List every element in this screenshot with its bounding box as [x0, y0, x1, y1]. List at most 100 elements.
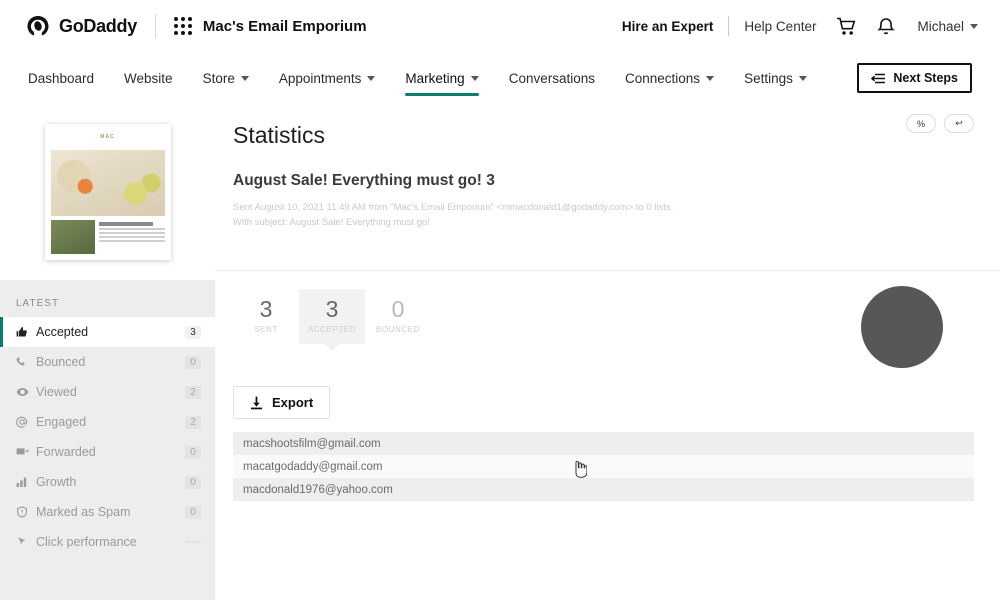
nav-item-appointments[interactable]: Appointments	[279, 52, 376, 104]
godaddy-wordmark: GoDaddy	[59, 15, 137, 36]
user-name-label: Michael	[917, 18, 964, 34]
left-column: MAC LATEST Accepted 3 Bounced 0 Viewed 2…	[0, 104, 215, 600]
nav-label: Settings	[744, 70, 793, 86]
chevron-down-icon	[970, 23, 978, 29]
sidebar-count-badge: 3	[185, 325, 201, 339]
stat-label: SENT	[254, 325, 278, 335]
stat-accepted[interactable]: 3 ACCEPTED	[299, 289, 365, 352]
sidebar-item-forwarded[interactable]: Forwarded 0	[0, 437, 215, 467]
thumbnail-secondary-image	[50, 220, 95, 254]
thumbnail-hero-image	[50, 150, 165, 216]
godaddy-email-statistics-page: GoDaddy Mac's Email Emporium Hire an Exp…	[0, 0, 1000, 600]
nav-label: Store	[202, 70, 235, 86]
undo-arrow-icon: ↩	[955, 118, 963, 128]
chevron-down-icon	[798, 75, 807, 81]
sidebar-count-badge	[185, 541, 201, 543]
export-label: Export	[272, 395, 314, 410]
email-preview-thumbnail[interactable]: MAC	[44, 124, 171, 260]
nav-item-marketing[interactable]: Marketing	[405, 52, 479, 104]
godaddy-logo[interactable]: GoDaddy	[26, 15, 137, 37]
nav-label: Appointments	[278, 70, 362, 86]
sidebar-label: Click performance	[36, 535, 137, 549]
sidebar-label: Growth	[36, 475, 77, 489]
recipient-email-list: macshootsfilm@gmail.com macatgodaddy@gma…	[233, 432, 974, 501]
nav-item-dashboard[interactable]: Dashboard	[28, 52, 94, 104]
cursor-click-icon	[16, 536, 32, 548]
sidebar-count-badge: 0	[185, 505, 201, 519]
sidebar-item-click-performance[interactable]: Click performance	[0, 527, 215, 557]
stat-bounced[interactable]: 0 BOUNCED	[365, 289, 431, 344]
nav-item-connections[interactable]: Connections	[625, 52, 715, 104]
sidebar-item-marked-as-spam[interactable]: Marked as Spam 0	[0, 497, 215, 527]
nav-item-settings[interactable]: Settings	[744, 52, 807, 104]
latest-section-label: LATEST	[16, 298, 60, 309]
header-actions: Hire an Expert Help Center Michael	[622, 16, 978, 36]
notification-bell-icon[interactable]	[877, 16, 896, 36]
eye-icon	[16, 386, 32, 398]
sidebar-item-bounced[interactable]: Bounced 0	[0, 347, 215, 377]
top-header: GoDaddy Mac's Email Emporium Hire an Exp…	[0, 0, 1000, 52]
sidebar-label: Viewed	[36, 385, 77, 399]
campaign-title: August Sale! Everything must go! 3	[233, 172, 495, 189]
sidebar-label: Bounced	[36, 355, 86, 369]
header-divider	[154, 14, 156, 38]
header-action-buttons: % ↩	[906, 114, 974, 133]
nav-label: Conversations	[508, 70, 595, 86]
hire-an-expert-link[interactable]: Hire an Expert	[622, 19, 714, 34]
chevron-down-icon	[367, 75, 376, 81]
stat-value: 3	[259, 296, 273, 322]
statistics-content: Statistics August Sale! Everything must …	[215, 104, 1000, 600]
sidebar-count-badge: 0	[185, 475, 201, 489]
shopping-cart-icon[interactable]	[836, 17, 857, 36]
nav-label: Dashboard	[28, 70, 95, 86]
pointer-hand-cursor	[573, 461, 587, 478]
list-item[interactable]: macdonald1976@yahoo.com	[233, 478, 974, 501]
brand-area: GoDaddy Mac's Email Emporium	[26, 14, 367, 38]
nav-label: Marketing	[405, 70, 465, 86]
thumbnail-logo: MAC	[100, 134, 115, 140]
sidebar-label: Marked as Spam	[36, 505, 131, 519]
sidebar-item-growth[interactable]: Growth 0	[0, 467, 215, 497]
venture-name[interactable]: Mac's Email Emporium	[203, 18, 367, 35]
sidebar-label: Forwarded	[36, 445, 96, 459]
stat-value: 0	[391, 296, 405, 322]
nav-item-website[interactable]: Website	[124, 52, 173, 104]
sent-description-line-2: With subject: August Sale! Everything mu…	[233, 216, 430, 228]
sidebar-item-viewed[interactable]: Viewed 2	[0, 377, 215, 407]
list-item[interactable]: macshootsfilm@gmail.com	[233, 432, 974, 455]
stat-label: ACCEPTED	[307, 325, 357, 335]
sidebar-item-accepted[interactable]: Accepted 3	[0, 317, 215, 347]
chevron-down-icon	[470, 75, 479, 81]
thumbnail-text-lines	[98, 220, 165, 254]
apps-grid-icon[interactable]	[173, 17, 192, 35]
export-button[interactable]: Export	[233, 386, 331, 419]
bar-chart-icon	[16, 476, 32, 488]
download-icon	[250, 396, 263, 410]
nav-item-conversations[interactable]: Conversations	[509, 52, 595, 104]
sidebar-item-engaged[interactable]: Engaged 2	[0, 407, 215, 437]
stat-sent[interactable]: 3 SENT	[233, 289, 299, 344]
next-steps-button[interactable]: Next Steps	[857, 63, 972, 93]
page-body: MAC LATEST Accepted 3 Bounced 0 Viewed 2…	[0, 104, 1000, 600]
thumbs-up-icon	[16, 326, 32, 338]
spam-shield-icon	[16, 506, 32, 518]
sent-description-line-1: Sent August 10, 2021 11:49 AM from "Mac'…	[233, 202, 674, 213]
godaddy-heart-logo	[26, 15, 52, 37]
sidebar-count-badge: 2	[185, 385, 201, 399]
sent-description: Sent August 10, 2021 11:49 AM from "Mac'…	[233, 201, 858, 230]
next-steps-list-icon	[871, 73, 886, 84]
nav-label: Website	[124, 70, 173, 86]
nav-label: Connections	[625, 70, 701, 86]
help-center-link[interactable]: Help Center	[744, 19, 816, 34]
percent-icon: %	[916, 118, 925, 129]
stat-label: BOUNCED	[375, 325, 421, 335]
percent-icon-button[interactable]: %	[906, 114, 936, 133]
list-item[interactable]: macatgodaddy@gmail.com	[233, 455, 974, 478]
sidebar-label: Accepted	[36, 325, 89, 339]
undo-icon-button[interactable]: ↩	[944, 114, 974, 133]
statistics-header: Statistics August Sale! Everything must …	[215, 104, 1000, 230]
user-menu[interactable]: Michael	[917, 19, 978, 34]
nav-item-store[interactable]: Store	[203, 52, 249, 104]
content-divider	[215, 270, 1000, 271]
page-title: Statistics	[233, 122, 326, 148]
